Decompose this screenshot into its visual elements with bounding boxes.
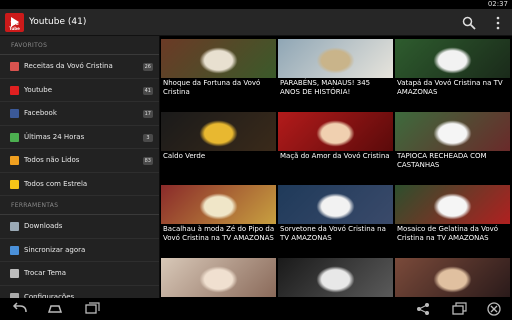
video-title: PARABÉNS, MANAUS! 345 ANOS DE HISTÓRIA! [280, 79, 371, 96]
theme-icon [10, 269, 19, 278]
recent-apps-icon[interactable] [84, 302, 100, 316]
video-thumbnail[interactable] [161, 258, 276, 297]
youtube-icon [10, 85, 19, 95]
close-icon[interactable] [486, 302, 502, 316]
video-tile[interactable]: Maçã do Amor da Vovó Cristina [278, 112, 393, 183]
feed-icon [10, 62, 19, 71]
video-tile[interactable]: Bacalhau à moda Zé do Pipo da Vovó Crist… [161, 185, 276, 256]
video-tile[interactable] [278, 258, 393, 298]
share-icon[interactable] [415, 302, 431, 316]
unread-count-badge: 41 [142, 86, 153, 95]
video-title: Bacalhau à moda Zé do Pipo da Vovó Crist… [163, 225, 275, 242]
video-thumbnail[interactable] [161, 185, 276, 224]
status-bar: 02:37 [0, 0, 512, 9]
facebook-icon [10, 109, 19, 118]
video-tile[interactable] [161, 258, 276, 298]
video-tile[interactable] [395, 258, 510, 298]
video-thumbnail[interactable] [278, 258, 393, 297]
video-grid: Nhoque da Fortuna da Vovó Cristina PARABÉ… [161, 36, 512, 298]
clock: 02:37 [487, 0, 508, 8]
section-header-favoritos: FAVORITOS [0, 36, 159, 55]
video-thumbnail[interactable] [161, 39, 276, 78]
video-title: Vatapá da Vovó Cristina na TV AMAZONAS [397, 79, 503, 96]
nav-item-downloads[interactable]: Downloads [0, 215, 159, 239]
nav-item-label: Todos não Lidos [24, 156, 80, 164]
video-thumbnail[interactable] [161, 112, 276, 151]
unread-count-badge: 26 [142, 63, 153, 71]
home-icon[interactable] [47, 302, 63, 316]
nav-item-label: Trocar Tema [24, 269, 66, 277]
nav-item-facebook[interactable]: Facebook 17 [0, 102, 159, 126]
page-title: Youtube (41) [29, 17, 87, 27]
video-title: Maçã do Amor da Vovó Cristina [280, 152, 390, 160]
video-tile[interactable]: Vatapá da Vovó Cristina na TV AMAZONAS [395, 39, 510, 110]
back-icon[interactable] [12, 302, 28, 316]
video-thumbnail[interactable] [395, 185, 510, 224]
cloud-icon [10, 156, 19, 165]
nav-item-label: Últimas 24 Horas [24, 132, 85, 141]
nav-item-label: Sincronizar agora [24, 245, 86, 254]
video-title: Nhoque da Fortuna da Vovó Cristina [163, 79, 261, 96]
youtube-app-icon[interactable]: You Tube [5, 13, 24, 32]
nav-item-label: Downloads [24, 222, 63, 230]
nav-item-ultimas-24-horas[interactable]: Últimas 24 Horas 3 [0, 126, 159, 149]
video-tile[interactable]: Caldo Verde [161, 112, 276, 183]
nav-item-label: Facebook [24, 109, 57, 117]
video-tile[interactable]: TAPIOCA RECHEADA COM CASTANHAS [395, 112, 510, 183]
video-thumbnail[interactable] [278, 185, 393, 224]
unread-count-badge: 83 [142, 157, 153, 165]
video-title: Mosaico de Gelatina da Vovó Cristina na … [397, 225, 499, 242]
nav-item-receitas[interactable]: Receitas da Vovó Cristina 26 [0, 55, 159, 79]
action-bar: You Tube Youtube (41) [0, 9, 512, 36]
video-thumbnail[interactable] [278, 112, 393, 151]
video-thumbnail[interactable] [395, 258, 510, 297]
section-header-ferramentas: FERRAMENTAS [0, 196, 159, 215]
star-icon [10, 179, 19, 189]
video-thumbnail[interactable] [278, 39, 393, 78]
nav-item-todos-nao-lidos[interactable]: Todos não Lidos 83 [0, 149, 159, 173]
nav-item-label: Receitas da Vovó Cristina [24, 62, 113, 70]
sync-icon [10, 245, 19, 255]
nav-item-label: Todos com Estrela [24, 179, 88, 188]
window-icon[interactable] [451, 302, 467, 316]
video-tile[interactable]: Nhoque da Fortuna da Vovó Cristina [161, 39, 276, 110]
system-nav-bar [0, 298, 512, 320]
video-thumbnail[interactable] [395, 112, 510, 151]
unread-count-badge: 3 [143, 133, 153, 142]
download-icon [10, 222, 19, 231]
video-title: Sorvetone da Vovó Cristina na TV AMAZONA… [280, 225, 386, 242]
nav-item-todos-com-estrela[interactable]: Todos com Estrela [0, 173, 159, 196]
video-tile[interactable]: Mosaico de Gelatina da Vovó Cristina na … [395, 185, 510, 256]
app-icon-text: You Tube [9, 21, 20, 31]
nav-item-youtube[interactable]: Youtube 41 [0, 79, 159, 102]
video-tile[interactable]: PARABÉNS, MANAUS! 345 ANOS DE HISTÓRIA! [278, 39, 393, 110]
nav-item-label: Youtube [24, 85, 52, 94]
nav-item-sincronizar-agora[interactable]: Sincronizar agora [0, 239, 159, 262]
video-tile[interactable]: Sorvetone da Vovó Cristina na TV AMAZONA… [278, 185, 393, 256]
unread-count-badge: 17 [142, 110, 153, 118]
video-title: TAPIOCA RECHEADA COM CASTANHAS [397, 152, 487, 169]
overflow-menu-icon[interactable] [494, 16, 502, 30]
navigation-drawer: FAVORITOS Receitas da Vovó Cristina 26 Y… [0, 36, 160, 309]
clock-icon [10, 132, 19, 142]
video-thumbnail[interactable] [395, 39, 510, 78]
search-icon[interactable] [462, 16, 476, 30]
nav-item-trocar-tema[interactable]: Trocar Tema [0, 262, 159, 286]
video-title: Caldo Verde [163, 152, 206, 160]
